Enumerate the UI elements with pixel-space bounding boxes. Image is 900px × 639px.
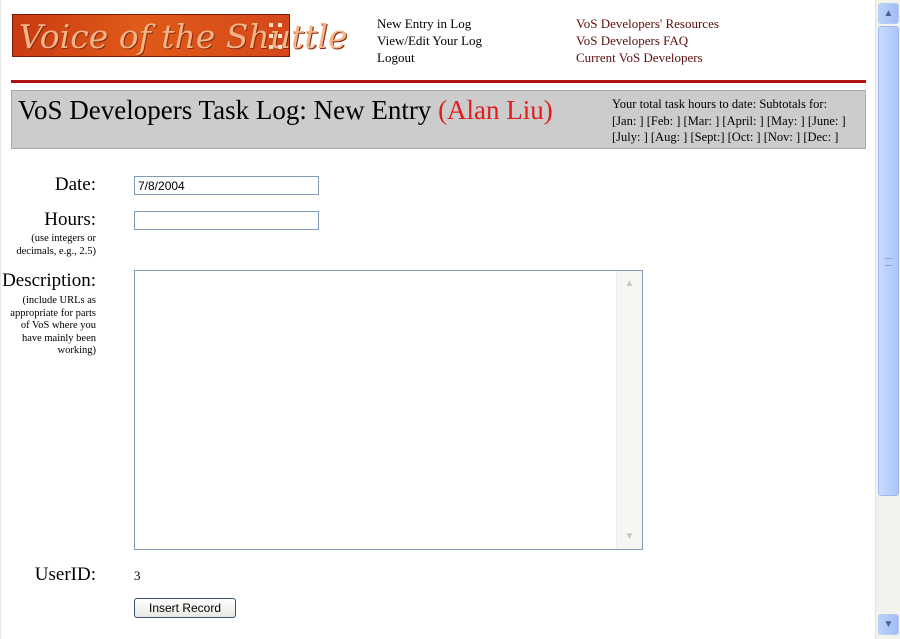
- nav-resources-link[interactable]: VoS Developers' Resources: [576, 15, 719, 32]
- description-label: Description:: [2, 270, 96, 291]
- scroll-down-icon[interactable]: ▼: [878, 614, 899, 635]
- scroll-up-icon[interactable]: ▲: [620, 274, 639, 293]
- month-subtotal: [Jan: ]: [612, 113, 644, 128]
- month-subtotal: [Mar: ]: [683, 113, 720, 128]
- hours-label: Hours:: [44, 209, 96, 230]
- logo-text: Voice of the Shuttle: [19, 17, 348, 56]
- nav-logout-link[interactable]: Logout: [377, 49, 482, 66]
- window-scrollbar[interactable]: ▲ ▼: [875, 0, 900, 639]
- title-band: VoS Developers Task Log: New Entry (Alan…: [11, 90, 866, 149]
- userid-value: 3: [134, 568, 141, 583]
- month-subtotal: [June: ]: [807, 113, 846, 128]
- nav-right: VoS Developers' Resources VoS Developers…: [576, 15, 719, 66]
- current-user-name: (Alan Liu): [438, 95, 553, 125]
- description-textarea[interactable]: ▲ ▼: [134, 270, 643, 550]
- month-subtotal: [May: ]: [766, 113, 805, 128]
- hours-field[interactable]: [134, 211, 319, 230]
- date-label: Date:: [54, 174, 96, 195]
- userid-label: UserID:: [34, 564, 96, 585]
- page: Voice of the Shuttle New Entry in Log Vi…: [0, 0, 875, 639]
- nav-faq-link[interactable]: VoS Developers FAQ: [576, 32, 719, 49]
- description-hint: (include URLs as appropriate for parts o…: [10, 295, 96, 356]
- month-subtotal: [Sept:]: [690, 130, 725, 144]
- nav-new-entry-link[interactable]: New Entry in Log: [377, 15, 482, 32]
- date-field[interactable]: [134, 176, 319, 195]
- hours-subtotals: Your total task hours to date: Subtotals…: [612, 96, 862, 146]
- page-title-text: VoS Developers Task Log: New Entry: [18, 95, 432, 125]
- month-subtotal: [Dec: ]: [803, 130, 839, 144]
- logo-dots-icon: [269, 23, 283, 49]
- page-title: VoS Developers Task Log: New Entry (Alan…: [18, 95, 553, 126]
- insert-record-button[interactable]: Insert Record: [134, 598, 236, 618]
- month-subtotals: [Jan: ] [Feb: ] [Mar: ] [April: ] [May: …: [612, 113, 862, 146]
- nav-view-edit-log-link[interactable]: View/Edit Your Log: [377, 32, 482, 49]
- hours-intro: Your total task hours to date: Subtotals…: [612, 97, 828, 111]
- scrollbar-thumb[interactable]: [878, 26, 899, 496]
- month-subtotal: [Aug: ]: [650, 130, 688, 144]
- header-divider: [11, 80, 866, 83]
- month-subtotal: [July: ]: [612, 130, 648, 144]
- textarea-scrollbar[interactable]: ▲ ▼: [616, 271, 642, 549]
- month-subtotal: [April: ]: [722, 113, 764, 128]
- month-subtotal: [Nov: ]: [763, 130, 801, 144]
- month-subtotal: [Oct: ]: [727, 130, 761, 144]
- nav-left: New Entry in Log View/Edit Your Log Logo…: [377, 15, 482, 66]
- month-subtotal: [Feb: ]: [646, 113, 681, 128]
- voice-of-the-shuttle-logo[interactable]: Voice of the Shuttle: [12, 14, 348, 57]
- hours-hint: (use integers or decimals, e.g., 2.5): [16, 233, 96, 257]
- scroll-down-icon[interactable]: ▼: [620, 527, 639, 546]
- grip-icon: [885, 258, 893, 266]
- scroll-up-icon[interactable]: ▲: [878, 3, 899, 24]
- nav-current-developers-link[interactable]: Current VoS Developers: [576, 49, 719, 66]
